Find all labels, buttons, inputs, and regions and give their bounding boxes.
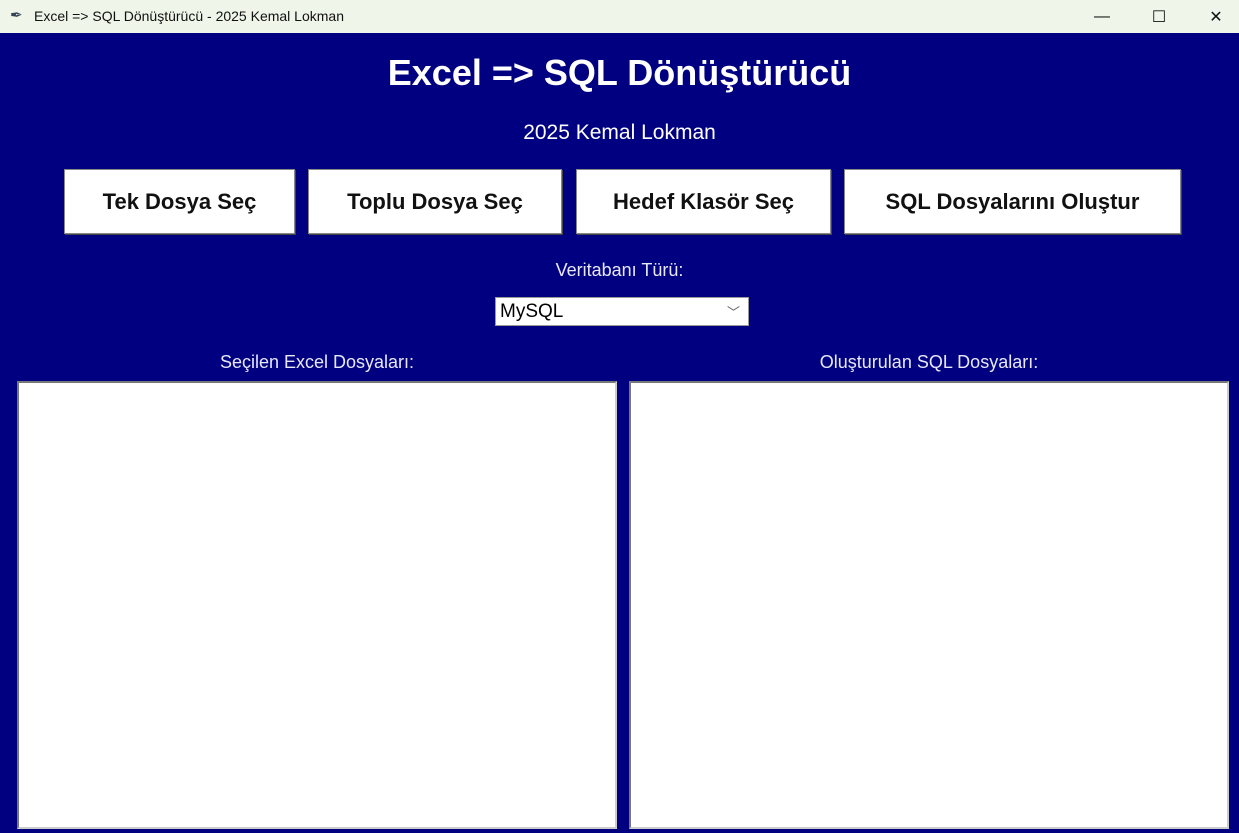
maximize-button[interactable]: ☐ — [1136, 0, 1182, 33]
sql-files-list[interactable] — [629, 381, 1229, 829]
feather-icon: ✒ — [10, 7, 23, 24]
window-title: Excel => SQL Dönüştürücü - 2025 Kemal Lo… — [34, 8, 344, 24]
db-type-value: MySQL — [500, 301, 564, 322]
title-bar: ✒ Excel => SQL Dönüştürücü - 2025 Kemal … — [0, 0, 1239, 33]
db-type-label: Veritabanı Türü: — [555, 260, 684, 280]
chevron-down-icon: ﹀ — [726, 305, 740, 320]
single-file-button[interactable]: Tek Dosya Seç — [64, 169, 295, 234]
page-title: Excel => SQL Dönüştürücü — [387, 52, 852, 93]
close-button[interactable]: ✕ — [1193, 0, 1239, 33]
excel-files-label: Seçilen Excel Dosyaları: — [219, 352, 415, 372]
minimize-button[interactable]: — — [1079, 0, 1125, 33]
db-type-select[interactable]: MySQL ﹀ — [495, 297, 749, 326]
sql-files-label: Oluşturulan SQL Dosyaları: — [819, 352, 1039, 372]
page-subtitle: 2025 Kemal Lokman — [523, 121, 716, 144]
target-folder-button[interactable]: Hedef Klasör Seç — [576, 169, 831, 234]
create-sql-button[interactable]: SQL Dosyalarını Oluştur — [844, 169, 1181, 234]
excel-files-list[interactable] — [17, 381, 617, 829]
bulk-file-button[interactable]: Toplu Dosya Seç — [308, 169, 562, 234]
